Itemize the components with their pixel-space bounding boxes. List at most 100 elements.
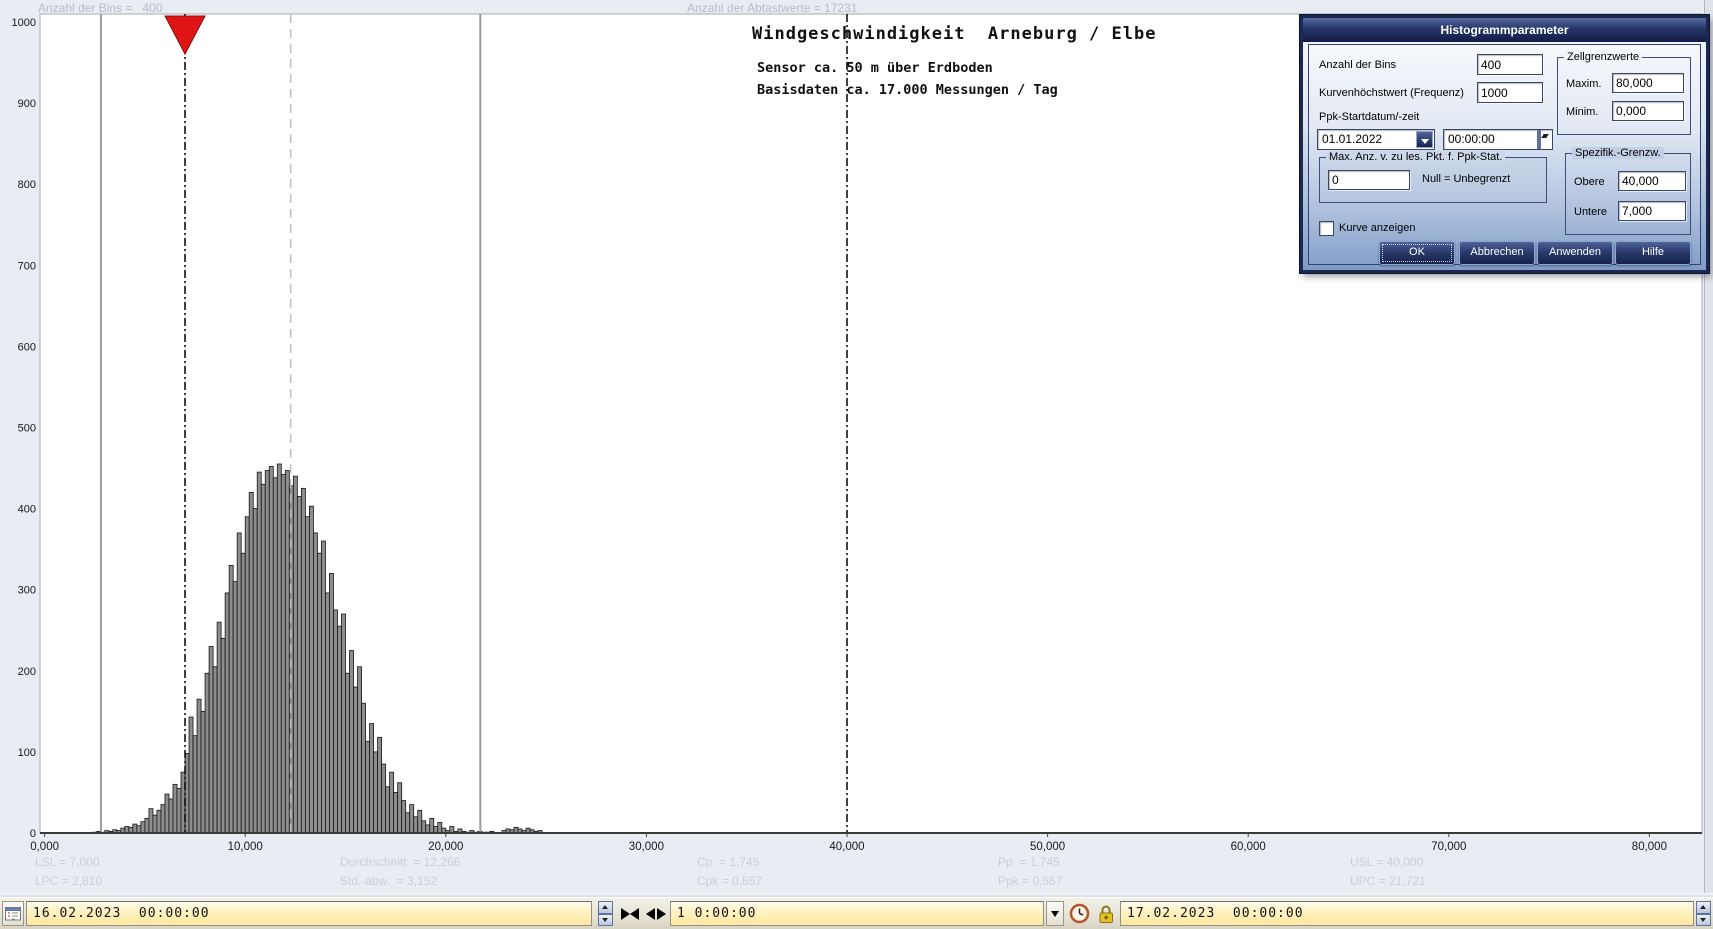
dropdown-arrow-icon xyxy=(1051,910,1059,917)
spec-limits-groupbox: Spezifik.-Grenzw. Obere Untere xyxy=(1565,147,1691,235)
histogram-bar xyxy=(248,491,254,834)
histogram-bar xyxy=(325,592,330,834)
histogram-bar xyxy=(409,804,415,834)
histogram-bar xyxy=(373,751,378,834)
dialog-titlebar[interactable]: Histogrammparameter xyxy=(1303,18,1706,42)
end-datetime-field[interactable]: 17.02.2023 00:00:00 xyxy=(1120,901,1694,926)
start-datetime-field[interactable]: 16.02.2023 00:00:00 xyxy=(26,901,592,926)
cell-limits-group-label: Zellgrenzwerte xyxy=(1564,51,1643,63)
ok-button[interactable]: OK xyxy=(1379,241,1455,265)
spin-down-icon[interactable] xyxy=(598,913,613,926)
histogram-bar xyxy=(421,820,427,834)
y-tick-label: 600 xyxy=(18,341,36,353)
help-button[interactable]: Hilfe xyxy=(1615,241,1691,265)
apply-button[interactable]: Anwenden xyxy=(1537,241,1613,265)
lock-button[interactable] xyxy=(1094,902,1118,925)
interval-dropdown-button[interactable] xyxy=(1046,901,1064,926)
clock-icon xyxy=(1069,903,1089,924)
frequency-input[interactable] xyxy=(1477,82,1543,103)
histogram-bar xyxy=(405,812,411,834)
y-tick-label: 100 xyxy=(18,747,36,759)
histogram-bar xyxy=(144,818,150,834)
x-tick-label: 40,000 xyxy=(829,841,864,853)
samples-count-label: Anzahl der Abtastwerte = 17231 xyxy=(687,1,858,15)
x-tick-label: 70,000 xyxy=(1431,841,1466,853)
histogram-bar xyxy=(156,809,162,834)
zoom-out-time-button[interactable] xyxy=(644,902,668,925)
spin-down-icon[interactable] xyxy=(1696,913,1711,926)
y-tick-label: 500 xyxy=(18,423,36,435)
histogram-bar xyxy=(176,787,182,834)
stat-label: Cp = 1,745 xyxy=(697,855,760,869)
interval-combobox[interactable]: 1 0:00:00 xyxy=(670,901,1044,926)
zoom-in-time-button[interactable] xyxy=(618,902,642,925)
histogram-bar xyxy=(132,823,138,834)
y-tick-label: 800 xyxy=(18,179,36,191)
maxim-input[interactable] xyxy=(1612,73,1684,93)
histogram-bar xyxy=(164,793,170,834)
spin-up-icon[interactable] xyxy=(598,901,613,914)
cell-limits-groupbox: Zellgrenzwerte Maxim. Minim. xyxy=(1557,51,1691,135)
maxpts-input[interactable] xyxy=(1328,170,1410,190)
clock-button[interactable] xyxy=(1066,902,1092,925)
histogram-bar xyxy=(417,809,423,834)
calendar-icon xyxy=(5,907,21,921)
calendar-button[interactable] xyxy=(2,901,24,926)
frequency-label: Kurvenhöchstwert (Frequenz) xyxy=(1319,87,1464,99)
histogram-bar xyxy=(136,825,142,834)
spin-down-icon[interactable] xyxy=(1539,130,1549,149)
chart-subtitle-sensor: Sensor ca. 50 m über Erdboden xyxy=(757,60,993,76)
histogram-bar xyxy=(284,470,290,834)
maxim-label: Maxim. xyxy=(1566,78,1602,90)
histogram-bar xyxy=(393,792,399,834)
spin-up-icon[interactable] xyxy=(1696,901,1711,914)
cancel-button[interactable]: Abbrechen xyxy=(1459,241,1535,265)
histogram-bar xyxy=(264,470,270,834)
histogram-bar xyxy=(429,818,435,834)
minim-input[interactable] xyxy=(1612,101,1684,121)
stat-label: Pp = 1,745 xyxy=(998,855,1060,869)
histogram-bar xyxy=(437,822,443,834)
lower-input[interactable] xyxy=(1618,201,1686,221)
histogram-bar xyxy=(413,816,419,834)
minim-label: Minim. xyxy=(1566,106,1599,118)
histogram-bar xyxy=(196,698,202,834)
ppk-start-label: Ppk-Startdatum/-zeit xyxy=(1319,111,1420,123)
y-tick-label: 200 xyxy=(18,666,36,678)
histogram-bar xyxy=(224,592,230,834)
maxpts-group-label: Max. Anz. v. zu les. Pkt. f. Ppk-Stat. xyxy=(1326,151,1506,163)
ppk-date-combobox[interactable]: 01.01.2022 xyxy=(1317,129,1435,150)
histogram-bar xyxy=(232,581,238,834)
ppk-time-spinner[interactable]: 00:00:00 xyxy=(1443,129,1553,150)
maxpts-hint-label: Null = Unbegrenzt xyxy=(1422,173,1511,185)
histogram-bar xyxy=(389,771,395,834)
histogram-bar xyxy=(204,672,210,834)
show-curve-label: Kurve anzeigen xyxy=(1339,222,1416,234)
histogram-bar xyxy=(317,552,322,834)
bins-count-label: Anzahl der Bins = 400 xyxy=(38,1,163,15)
histogram-bar xyxy=(276,463,282,834)
bins-input[interactable] xyxy=(1477,54,1543,75)
y-tick-label: 400 xyxy=(18,504,36,516)
end-datetime-spinner[interactable] xyxy=(1696,901,1711,926)
histogram-parameters-dialog: Histogrammparameter Anzahl der Bins Kurv… xyxy=(1300,15,1709,273)
upper-input[interactable] xyxy=(1618,171,1686,191)
maxpts-groupbox: Max. Anz. v. zu les. Pkt. f. Ppk-Stat. N… xyxy=(1319,151,1547,203)
time-spinner-buttons[interactable] xyxy=(1537,130,1551,149)
histogram-bar xyxy=(260,483,266,834)
stat-label: Durchschnitt = 12,266 xyxy=(340,855,461,869)
start-datetime-spinner[interactable] xyxy=(598,901,613,926)
histogram-bar xyxy=(308,505,314,834)
histogram-bar xyxy=(140,821,146,834)
histogram-bar xyxy=(148,808,154,834)
histogram-bar xyxy=(244,516,250,834)
histogram-bar xyxy=(385,786,391,834)
chart-title: Windgeschwindigkeit Arneburg / Elbe xyxy=(752,24,1157,44)
histogram-bar xyxy=(280,474,286,834)
chevron-down-icon[interactable] xyxy=(1416,131,1433,148)
show-curve-checkbox[interactable] xyxy=(1319,221,1334,236)
histogram-bar xyxy=(252,508,258,834)
stat-label: LSL = 7,000 xyxy=(35,855,100,869)
histogram-bar xyxy=(220,637,226,834)
histogram-bar xyxy=(188,716,194,834)
